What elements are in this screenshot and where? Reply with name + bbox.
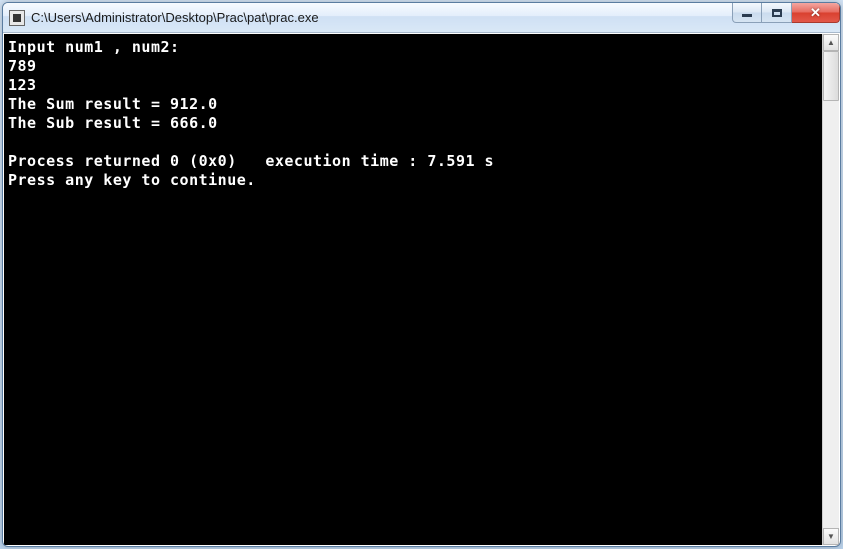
app-icon (9, 10, 25, 26)
console-output[interactable]: Input num1 , num2: 789 123 The Sum resul… (4, 34, 822, 545)
close-button[interactable]: ✕ (792, 3, 840, 23)
chevron-up-icon: ▲ (827, 38, 835, 47)
client-area: Input num1 , num2: 789 123 The Sum resul… (3, 33, 840, 546)
scroll-thumb[interactable] (823, 51, 839, 101)
window-controls: ✕ (732, 3, 840, 32)
scroll-up-button[interactable]: ▲ (823, 34, 839, 51)
maximize-button[interactable] (762, 3, 792, 23)
scroll-track[interactable] (823, 51, 839, 528)
minimize-button[interactable] (732, 3, 762, 23)
titlebar[interactable]: C:\Users\Administrator\Desktop\Prac\pat\… (3, 3, 840, 33)
minimize-icon (742, 14, 752, 17)
window-title: C:\Users\Administrator\Desktop\Prac\pat\… (31, 10, 732, 25)
close-icon: ✕ (810, 6, 821, 19)
console-window: C:\Users\Administrator\Desktop\Prac\pat\… (2, 2, 841, 547)
chevron-down-icon: ▼ (827, 532, 835, 541)
scroll-down-button[interactable]: ▼ (823, 528, 839, 545)
maximize-icon (772, 9, 782, 17)
vertical-scrollbar[interactable]: ▲ ▼ (822, 34, 839, 545)
